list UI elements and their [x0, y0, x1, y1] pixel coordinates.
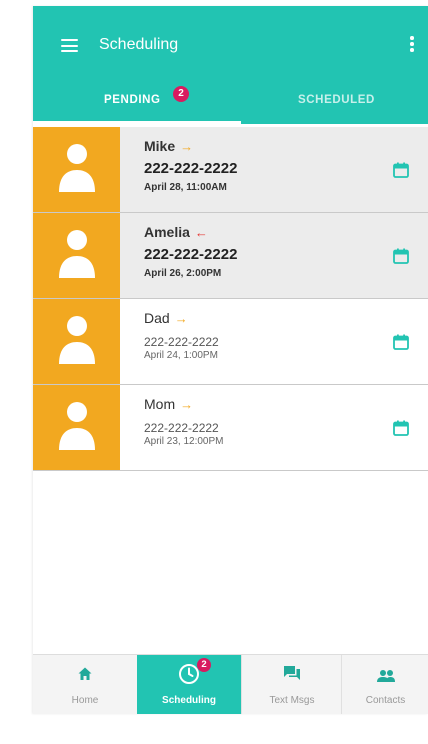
people-icon — [376, 670, 395, 682]
avatar — [33, 299, 120, 384]
contact-phone: 222-222-2222 — [144, 246, 238, 263]
contact-date: April 26, 2:00PM — [144, 268, 222, 279]
calendar-icon[interactable] — [393, 420, 409, 436]
chat-icon — [284, 666, 300, 680]
outgoing-arrow-icon: → — [180, 397, 194, 412]
app-bar: Scheduling PENDING 2 SCHEDULED — [33, 6, 428, 124]
calendar-icon[interactable] — [393, 162, 409, 178]
contact-name: Mom → — [144, 396, 194, 412]
nav-home[interactable]: Home — [33, 655, 137, 714]
nav-scheduling-label: Scheduling — [162, 695, 216, 706]
contact-phone: 222-222-2222 — [144, 160, 238, 177]
scheduling-count-badge: 2 — [197, 658, 211, 672]
bottom-navigation: Home 2 Scheduling Text Msgs Contacts — [33, 654, 428, 714]
person-icon — [59, 144, 95, 192]
app-screen: Scheduling PENDING 2 SCHEDULED Mike → 222… — [33, 6, 428, 714]
nav-contacts[interactable]: Contacts — [341, 655, 428, 714]
calendar-icon[interactable] — [393, 248, 409, 264]
list-item-amelia[interactable]: Amelia ← 222-222-2222 April 26, 2:00PM — [33, 213, 428, 299]
page-title: Scheduling — [99, 36, 179, 53]
hamburger-menu-icon[interactable] — [61, 39, 78, 52]
contact-phone: 222-222-2222 — [144, 421, 219, 435]
contact-name: Amelia ← — [144, 224, 208, 240]
home-icon — [78, 667, 92, 680]
person-icon — [59, 316, 95, 364]
contact-list: Mike → 222-222-2222 April 28, 11:00AM Ame… — [33, 127, 428, 471]
nav-scheduling[interactable]: 2 Scheduling — [137, 655, 241, 714]
person-icon — [59, 230, 95, 278]
contact-date: April 28, 11:00AM — [144, 182, 227, 193]
contact-name: Mike → — [144, 138, 194, 154]
contact-phone: 222-222-2222 — [144, 335, 219, 349]
outgoing-arrow-icon: → — [174, 311, 188, 326]
list-item-dad[interactable]: Dad → 222-222-2222 April 24, 1:00PM — [33, 299, 428, 385]
pending-count-badge: 2 — [173, 86, 189, 102]
avatar — [33, 213, 120, 298]
outgoing-arrow-icon: → — [180, 139, 194, 154]
nav-text-msgs[interactable]: Text Msgs — [241, 655, 342, 714]
calendar-icon[interactable] — [393, 334, 409, 350]
nav-contacts-label: Contacts — [365, 695, 406, 706]
contact-name: Dad → — [144, 310, 188, 326]
avatar — [33, 385, 120, 470]
nav-home-label: Home — [71, 695, 99, 706]
avatar — [33, 127, 120, 212]
tab-pending[interactable]: PENDING — [104, 94, 161, 106]
contact-date: April 24, 1:00PM — [144, 350, 218, 361]
list-item-mike[interactable]: Mike → 222-222-2222 April 28, 11:00AM — [33, 127, 428, 213]
more-vertical-icon[interactable] — [410, 36, 414, 54]
incoming-arrow-icon: ← — [194, 225, 208, 240]
list-item-mom[interactable]: Mom → 222-222-2222 April 23, 12:00PM — [33, 385, 428, 471]
person-icon — [59, 402, 95, 450]
tab-scheduled[interactable]: SCHEDULED — [298, 94, 375, 106]
active-tab-indicator — [33, 121, 241, 124]
nav-text-msgs-label: Text Msgs — [269, 695, 315, 706]
contact-date: April 23, 12:00PM — [144, 436, 224, 447]
